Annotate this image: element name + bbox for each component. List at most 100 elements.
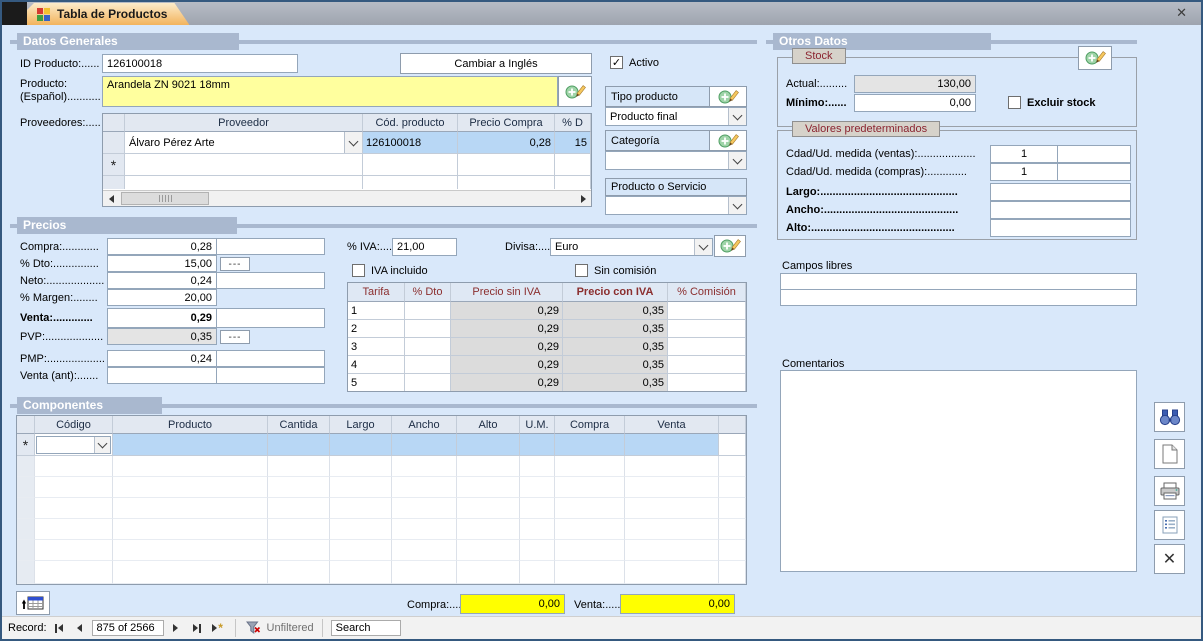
divisa-combo[interactable]: Euro: [550, 238, 713, 256]
iva-field[interactable]: 21,00: [392, 238, 457, 256]
close-form-button[interactable]: ✕: [1154, 544, 1185, 574]
precio-compra-cell[interactable]: 0,28: [458, 132, 555, 154]
neto-aux-field[interactable]: [216, 272, 325, 289]
pmp-field[interactable]: 0,24: [107, 350, 217, 367]
cdad-ventas-um-field[interactable]: [1057, 145, 1131, 163]
sin-comision-checkbox[interactable]: Sin comisión: [575, 264, 656, 277]
ancho-field[interactable]: [990, 201, 1131, 219]
add-edit-tipo-producto-button[interactable]: [709, 87, 746, 106]
col-header-compra[interactable]: Compra: [555, 416, 625, 434]
col-header-alto[interactable]: Alto: [457, 416, 520, 434]
id-producto-field[interactable]: 126100018: [102, 54, 298, 73]
record-position-field[interactable]: 875 of 2566: [92, 620, 164, 636]
scroll-right-icon[interactable]: [575, 191, 591, 206]
col-header-um[interactable]: U.M.: [520, 416, 555, 434]
empty-row[interactable]: [17, 456, 746, 477]
pvp-field[interactable]: 0,35: [107, 328, 217, 345]
cambiar-a-ingles-button[interactable]: Cambiar a Inglés: [400, 53, 592, 74]
col-header-cod-producto[interactable]: Cód. producto: [363, 114, 458, 132]
col-header-precio-compra[interactable]: Precio Compra: [458, 114, 555, 132]
add-edit-divisa-button[interactable]: [714, 235, 746, 257]
pvp-detail-button[interactable]: ---: [220, 330, 250, 344]
chevron-down-icon[interactable]: [728, 197, 746, 214]
chevron-down-icon[interactable]: [344, 132, 362, 153]
add-edit-producto-button[interactable]: [558, 76, 592, 107]
col-header-largo[interactable]: Largo: [330, 416, 392, 434]
grid-select-all-cell[interactable]: [103, 114, 125, 132]
producto-espanol-field[interactable]: Arandela ZN 9021 18mm: [102, 76, 558, 107]
producto-servicio-combo[interactable]: [605, 196, 747, 215]
alto-field[interactable]: [990, 219, 1131, 237]
stock-minimo-field[interactable]: 0,00: [854, 94, 976, 112]
pct-dto-cell[interactable]: 15: [555, 132, 591, 154]
empty-row[interactable]: [17, 477, 746, 498]
cod-producto-cell[interactable]: 126100018: [363, 132, 458, 154]
close-window-icon[interactable]: ✕: [1176, 6, 1187, 19]
componentes-new-row[interactable]: *: [17, 434, 746, 456]
last-record-button[interactable]: [188, 620, 206, 636]
neto-field[interactable]: 0,24: [107, 272, 217, 289]
filter-icon[interactable]: [244, 620, 264, 636]
margen-field[interactable]: 20,00: [107, 289, 217, 306]
report-button[interactable]: [1154, 510, 1185, 540]
search-input[interactable]: Search: [331, 620, 401, 636]
col-header-proveedor[interactable]: Proveedor: [125, 114, 363, 132]
campo-libre-2-field[interactable]: [780, 289, 1137, 306]
venta-ant-aux-field[interactable]: [216, 367, 325, 384]
iva-incluido-checkbox[interactable]: IVA incluido: [352, 264, 428, 277]
codigo-combo[interactable]: [35, 434, 113, 456]
chevron-down-icon[interactable]: [94, 437, 110, 453]
dto-detail-button[interactable]: ---: [220, 257, 250, 271]
grid-select-all-cell[interactable]: [17, 416, 35, 434]
col-header-venta[interactable]: Venta: [625, 416, 719, 434]
tab-tabla-de-productos[interactable]: Tabla de Productos: [27, 3, 189, 25]
venta-ant-field[interactable]: [107, 367, 217, 384]
col-header-ancho[interactable]: Ancho: [392, 416, 457, 434]
datasheet-view-button[interactable]: [16, 591, 50, 615]
activo-checkbox[interactable]: ✓ Activo: [610, 56, 659, 69]
empty-row[interactable]: [17, 498, 746, 519]
empty-row[interactable]: [17, 540, 746, 561]
cdad-compras-field[interactable]: 1: [990, 163, 1058, 181]
empty-row[interactable]: [17, 561, 746, 584]
cdad-ventas-field[interactable]: 1: [990, 145, 1058, 163]
col-header-codigo[interactable]: Código: [35, 416, 113, 434]
compra-aux-field[interactable]: [216, 238, 325, 255]
chevron-down-icon[interactable]: [694, 239, 712, 255]
scroll-left-icon[interactable]: [103, 191, 119, 206]
col-header-cantidad[interactable]: Cantida: [268, 416, 330, 434]
dto-field[interactable]: 15,00: [107, 255, 217, 272]
next-record-button[interactable]: [167, 620, 185, 636]
add-edit-stock-button[interactable]: [1078, 46, 1112, 70]
add-edit-categoria-button[interactable]: [709, 131, 746, 150]
campo-libre-1-field[interactable]: [780, 273, 1137, 290]
col-header-pct-dto[interactable]: % D: [555, 114, 591, 132]
chevron-down-icon[interactable]: [728, 152, 746, 169]
find-button[interactable]: [1154, 402, 1185, 432]
activo-checkbox-box[interactable]: ✓: [610, 56, 623, 69]
new-proveedor-row[interactable]: *: [103, 154, 591, 176]
largo-field[interactable]: [990, 183, 1131, 201]
new-record-button[interactable]: [1154, 439, 1185, 469]
filter-state-label[interactable]: Unfiltered: [267, 622, 314, 634]
categoria-combo[interactable]: [605, 151, 747, 170]
pmp-aux-field[interactable]: [216, 350, 325, 367]
excluir-stock-checkbox[interactable]: Excluir stock: [1008, 96, 1095, 109]
venta-aux-field[interactable]: [216, 308, 325, 328]
scrollbar-thumb[interactable]: [121, 192, 209, 205]
row-selector[interactable]: [103, 132, 125, 154]
venta-field[interactable]: 0,29: [107, 308, 217, 328]
print-button[interactable]: [1154, 476, 1185, 506]
chevron-down-icon[interactable]: [728, 108, 746, 125]
col-header-producto[interactable]: Producto: [113, 416, 268, 434]
proveedor-combo[interactable]: Álvaro Pérez Arte: [125, 132, 363, 154]
previous-record-button[interactable]: [71, 620, 89, 636]
comentarios-field[interactable]: [780, 370, 1137, 572]
compra-field[interactable]: 0,28: [107, 238, 217, 255]
tipo-producto-combo[interactable]: Producto final: [605, 107, 747, 126]
new-record-nav-button[interactable]: *: [209, 620, 227, 636]
cdad-compras-um-field[interactable]: [1057, 163, 1131, 181]
empty-row[interactable]: [17, 519, 746, 540]
first-record-button[interactable]: [50, 620, 68, 636]
horizontal-scrollbar[interactable]: [103, 190, 591, 206]
